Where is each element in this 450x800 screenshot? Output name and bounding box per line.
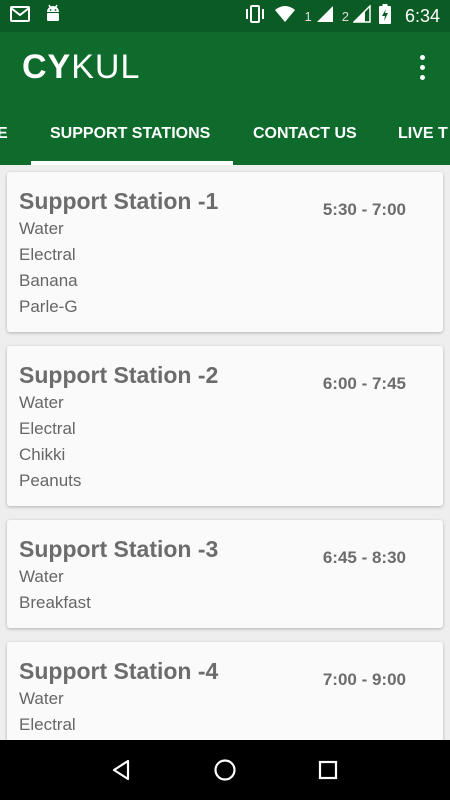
station-item: Electral	[19, 245, 76, 264]
gmail-icon	[10, 5, 30, 27]
battery-charging-icon	[378, 3, 391, 29]
station-item: Peanuts	[19, 471, 82, 490]
status-bar: 1 2 6:34	[0, 0, 450, 32]
home-icon[interactable]	[205, 750, 245, 790]
station-card[interactable]: Support Station -3 6:45 - 8:30 Water Bre…	[7, 520, 443, 628]
signal-icon	[352, 3, 371, 28]
station-card[interactable]: Support Station -4 7:00 - 9:00 Water Ele…	[7, 642, 443, 740]
logo-bold-text: CY	[22, 47, 72, 86]
station-item: Breakfast	[19, 593, 91, 612]
tab-contact-us[interactable]: CONTACT US	[253, 102, 357, 165]
logo-thin-text: KUL	[71, 47, 141, 86]
station-time: 6:00 - 7:45	[322, 374, 406, 393]
wifi-icon	[274, 5, 296, 28]
station-card[interactable]: Support Station -1 5:30 - 7:00 Water Ele…	[7, 172, 443, 332]
sim2-label: 2	[341, 8, 349, 24]
system-nav-bar	[0, 740, 450, 800]
station-card[interactable]: Support Station -2 6:00 - 7:45 Water Ele…	[7, 346, 443, 506]
android-icon	[44, 4, 62, 29]
sim1-label: 1	[304, 8, 312, 24]
station-item: Chikki	[19, 445, 66, 464]
back-icon[interactable]	[102, 750, 142, 790]
signal-icon	[316, 5, 334, 28]
app-logo: CYKUL	[22, 48, 140, 87]
status-time: 6:34	[404, 5, 440, 26]
vibrate-icon	[244, 4, 266, 28]
station-item: Parle-G	[19, 297, 78, 316]
tab-previous[interactable]: E	[0, 102, 8, 165]
tab-bar: E SUPPORT STATIONS CONTACT US LIVE T	[0, 102, 450, 165]
station-time: 6:45 - 8:30	[322, 548, 406, 567]
overflow-menu-icon[interactable]	[410, 52, 434, 82]
station-time: 7:00 - 9:00	[322, 670, 406, 689]
recents-icon[interactable]	[308, 750, 348, 790]
support-stations-list: Support Station -1 5:30 - 7:00 Water Ele…	[0, 165, 450, 740]
station-time: 5:30 - 7:00	[322, 200, 406, 219]
station-item: Banana	[19, 271, 78, 290]
station-item: Electral	[19, 419, 76, 438]
tab-live-tracking[interactable]: LIVE T	[398, 102, 448, 165]
tab-support-stations[interactable]: SUPPORT STATIONS	[50, 102, 210, 165]
app-bar: CYKUL	[0, 32, 450, 102]
station-item: Electral	[19, 715, 76, 734]
